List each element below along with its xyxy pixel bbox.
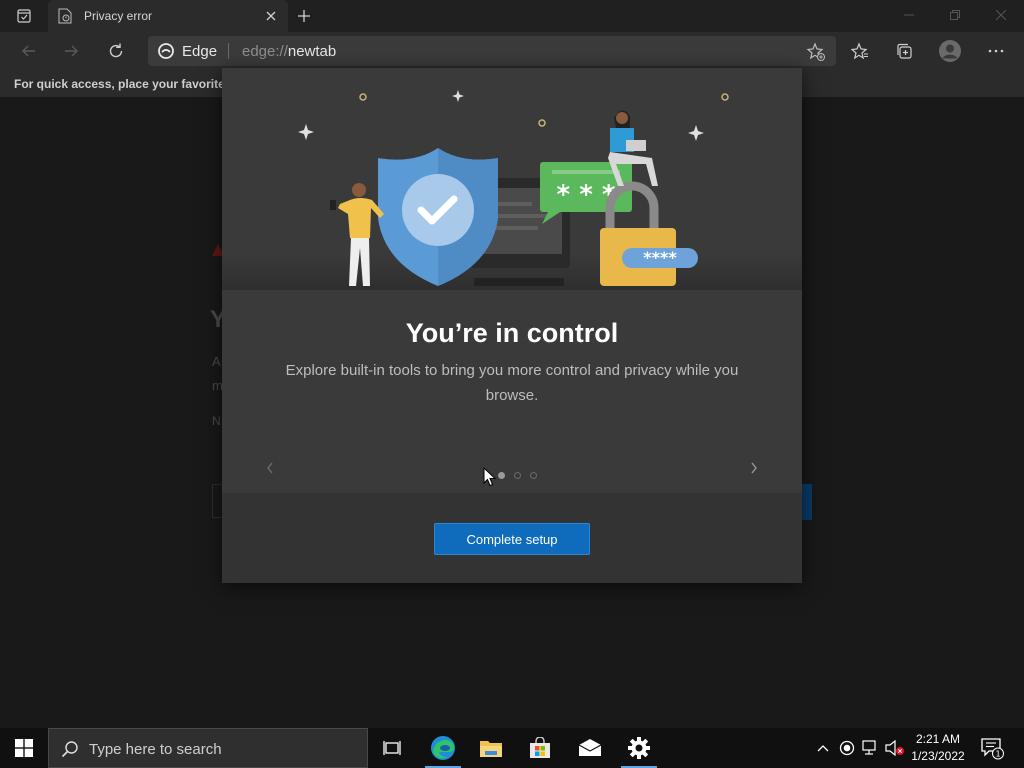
- page-indicator-dot[interactable]: [514, 472, 521, 479]
- previous-page-button[interactable]: [258, 456, 282, 480]
- notification-icon: 1: [981, 738, 1004, 760]
- welcome-dialog: * * * **** You’re in control Explore bui…: [222, 68, 802, 583]
- network-button[interactable]: [861, 738, 881, 758]
- url-scheme: edge://: [242, 43, 288, 60]
- page-indicator: [498, 472, 548, 482]
- tray-record-button[interactable]: [837, 738, 857, 758]
- collections-icon: [897, 43, 912, 59]
- browser-tab[interactable]: Privacy error: [48, 0, 288, 32]
- taskbar-clock[interactable]: 2:21 AM 1/23/2022: [908, 731, 968, 765]
- folder-icon: [480, 741, 502, 757]
- title-bar: Privacy error: [0, 0, 1024, 32]
- tab-actions-icon: [17, 9, 31, 23]
- volume-muted-icon: [885, 740, 904, 756]
- notification-count: 1: [995, 750, 1000, 759]
- task-view-button[interactable]: [368, 728, 416, 768]
- taskbar-store-app[interactable]: [516, 728, 564, 768]
- document-warning-icon: [58, 8, 72, 24]
- chevron-up-icon: [817, 745, 829, 752]
- taskbar-settings-app[interactable]: [615, 728, 663, 768]
- tab-actions-button[interactable]: [6, 2, 42, 30]
- chevron-right-icon: [751, 462, 757, 474]
- edge-logo-icon: [431, 736, 455, 760]
- profile-button[interactable]: [935, 36, 965, 66]
- action-center-button[interactable]: 1: [980, 736, 1004, 760]
- dialog-footer: Complete setup: [222, 493, 802, 583]
- star-list-icon: [851, 42, 868, 60]
- taskbar-search-box[interactable]: Type here to search: [48, 728, 368, 768]
- show-hidden-icons-button[interactable]: [813, 738, 833, 758]
- taskbar-file-explorer-app[interactable]: [467, 728, 515, 768]
- mouse-cursor-icon: [483, 467, 496, 487]
- taskbar: Type here to search 2:21 AM 1/23/2022 1: [0, 728, 1024, 768]
- close-icon: [996, 10, 1006, 20]
- clock-date: 1/23/2022: [911, 749, 965, 763]
- url-path: newtab: [287, 43, 337, 60]
- close-icon: [266, 11, 276, 21]
- page-indicator-dot[interactable]: [498, 472, 505, 479]
- task-view-icon: [383, 741, 401, 755]
- favorites-hint: For quick access, place your favorites h…: [14, 77, 222, 91]
- next-page-button[interactable]: [742, 456, 766, 480]
- forward-button[interactable]: [56, 36, 86, 66]
- dialog-title: You’re in control: [405, 318, 619, 348]
- taskbar-mail-app[interactable]: [566, 728, 614, 768]
- record-icon: [839, 740, 855, 756]
- minimize-button[interactable]: [886, 0, 932, 30]
- collections-button[interactable]: [889, 36, 919, 66]
- browser-toolbar: Edge edge://newtab: [0, 32, 1024, 70]
- close-window-button[interactable]: [978, 0, 1024, 30]
- address-bar[interactable]: Edge edge://newtab: [148, 36, 836, 66]
- address-separator: [228, 43, 229, 59]
- volume-button[interactable]: [885, 738, 905, 758]
- store-bag-icon: [530, 737, 550, 758]
- gear-icon: [628, 737, 650, 759]
- ellipsis-icon: [988, 49, 1004, 53]
- windows-logo-icon: [15, 739, 33, 757]
- complete-setup-button[interactable]: Complete setup: [434, 523, 590, 555]
- refresh-icon: [109, 43, 123, 58]
- tab-title: Privacy error: [84, 9, 153, 23]
- mail-icon: [578, 739, 602, 756]
- edge-logo-icon: [158, 43, 174, 59]
- minimize-icon: [904, 14, 914, 16]
- chevron-left-icon: [267, 462, 273, 474]
- plus-icon: [298, 10, 310, 22]
- add-favorite-icon[interactable]: [806, 42, 826, 62]
- person-icon: [939, 40, 961, 62]
- back-arrow-icon: [22, 45, 35, 57]
- dialog-description: Explore built-in tools to bring you more…: [285, 362, 739, 404]
- refresh-button[interactable]: [101, 36, 131, 66]
- close-tab-button[interactable]: [262, 7, 280, 25]
- privacy-illustration: * * * ****: [222, 68, 802, 290]
- lock-password-text: ****: [643, 248, 677, 267]
- search-icon: [61, 741, 78, 758]
- favorites-button[interactable]: [845, 36, 875, 66]
- network-icon: [862, 740, 876, 755]
- restore-button[interactable]: [932, 0, 978, 30]
- back-button[interactable]: [14, 36, 44, 66]
- restore-icon: [950, 10, 960, 20]
- page-indicator-dot[interactable]: [530, 472, 537, 479]
- search-placeholder: Type here to search: [89, 741, 222, 758]
- url-text[interactable]: edge://newtab: [242, 43, 336, 60]
- settings-more-button[interactable]: [981, 36, 1011, 66]
- site-identity-label: Edge: [182, 43, 218, 60]
- forward-arrow-icon: [65, 45, 78, 57]
- taskbar-edge-app[interactable]: [419, 728, 467, 768]
- clock-time: 2:21 AM: [915, 732, 961, 746]
- start-button[interactable]: [0, 728, 48, 768]
- new-tab-button[interactable]: [292, 4, 316, 28]
